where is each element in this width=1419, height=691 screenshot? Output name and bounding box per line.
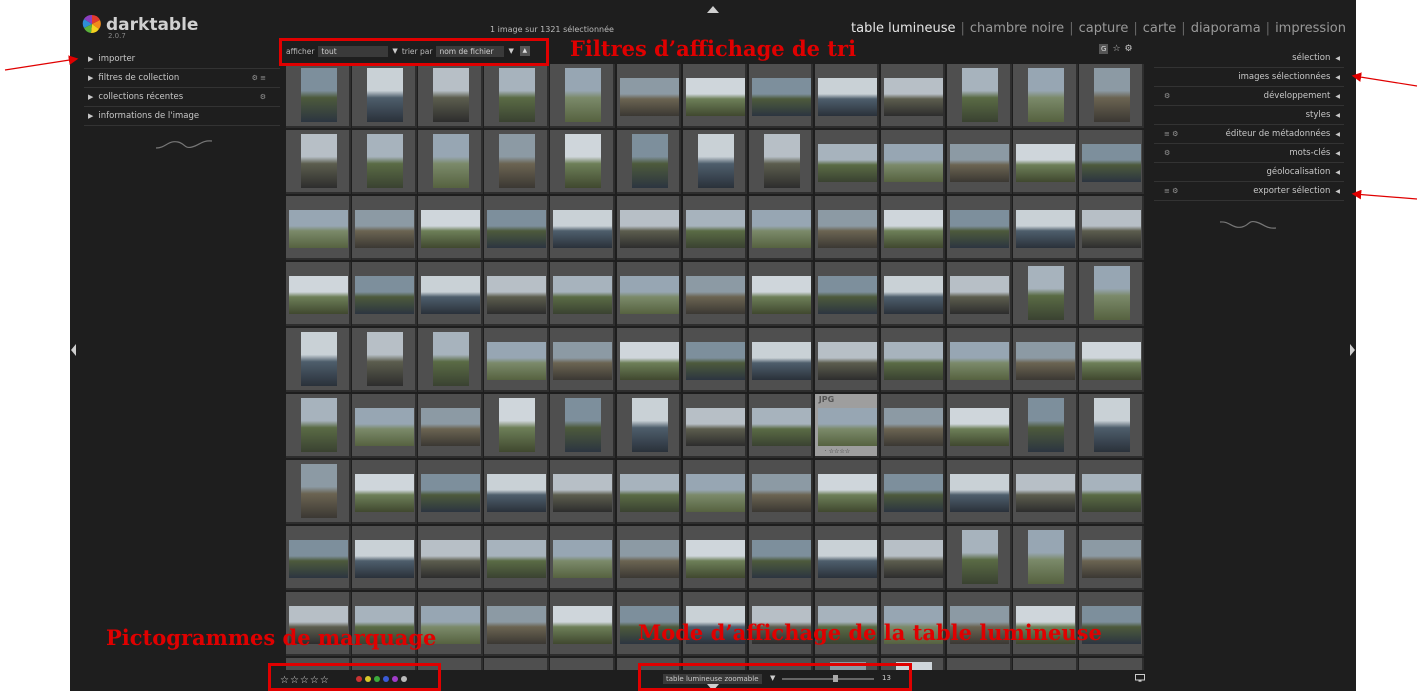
arrow-importer — [4, 55, 79, 71]
filters-highlight-box — [279, 38, 549, 66]
lighttable-mode-annotation: Mode d’affichage de la table lumineuse — [638, 620, 1102, 645]
pictograms-annotation: Pictogrammes de marquage — [106, 625, 437, 650]
arrow-export — [1351, 189, 1418, 200]
annotation-arrows — [4, 55, 1418, 200]
lighttable-mode-highlight-box — [638, 663, 912, 691]
pictograms-highlight-box — [268, 663, 441, 691]
arrow-selected-images — [1351, 72, 1418, 87]
filters-annotation: Filtres d’affichage de tri — [570, 36, 857, 61]
